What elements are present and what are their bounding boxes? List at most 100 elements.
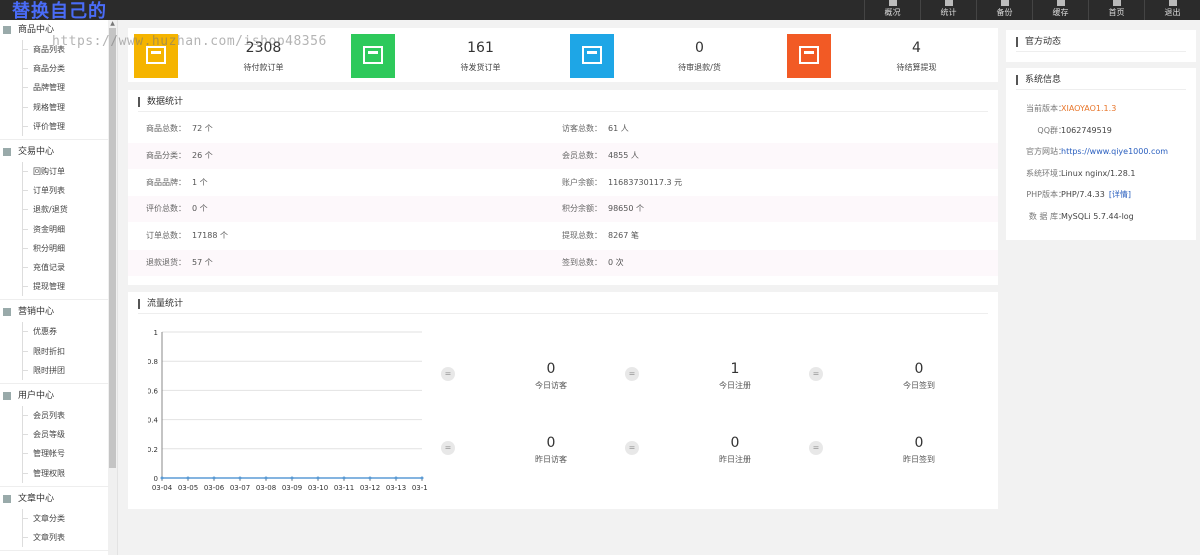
sidebar-item[interactable]: 充值记录 <box>0 257 109 278</box>
equals-icon: = <box>441 441 455 455</box>
traffic-metric: = 0 今日访客 <box>441 361 626 401</box>
system-info-value: Linux nginx/1.28.1 <box>1061 163 1135 184</box>
data-row: 商品总数： 72 个 访客总数： 61 人 <box>128 116 998 142</box>
sidebar-item[interactable]: 管理帐号 <box>0 444 109 464</box>
chart-x-tick-label: 03-09 <box>282 484 302 492</box>
sidebar-item[interactable]: 提现管理 <box>0 277 109 297</box>
chart-x-tick-label: 03-06 <box>204 484 225 492</box>
sidebar-group-3: 用户中心会员列表 会员等级 管理帐号 管理权限 <box>0 386 109 483</box>
top-nav: 概况 统计 备份 缓存 首页 退出 <box>864 0 1200 20</box>
chart-y-tick-label: 1 <box>154 329 158 337</box>
sidebar-item[interactable]: 管理权限 <box>0 463 109 483</box>
system-info-key: 系统环境： <box>1026 168 1066 178</box>
sidebar-group-title[interactable]: 交易中心 <box>0 142 109 162</box>
user-icon <box>3 392 11 400</box>
data-value: 57 个 <box>192 258 213 267</box>
divider <box>1016 51 1186 52</box>
equals-icon: = <box>625 367 639 381</box>
stat-card[interactable]: 4 待结算提现 <box>781 28 997 82</box>
equals-icon: = <box>809 441 823 455</box>
sidebar-item[interactable]: 会员等级 <box>0 425 109 445</box>
article-icon <box>3 494 11 503</box>
sidebar-item[interactable]: 评价管理 <box>0 116 109 137</box>
data-stats-title: 数据统计 <box>138 97 183 107</box>
data-key: 退款退货： <box>146 258 186 267</box>
sidebar-item[interactable]: 资金明细 <box>0 219 109 239</box>
top-nav-logout[interactable]: 退出 <box>1144 0 1200 20</box>
sidebar-item[interactable]: 品牌管理 <box>0 78 109 98</box>
chart-point <box>316 476 320 480</box>
sidebar-item[interactable]: 文章列表 <box>0 527 109 548</box>
stat-label: 待发货订单 <box>460 63 501 72</box>
stat-value: 0 <box>695 40 704 56</box>
divider <box>138 313 988 314</box>
sidebar-item[interactable]: 退款/退货 <box>0 200 109 220</box>
traffic-metric: = 0 昨日签到 <box>809 435 994 475</box>
equals-icon: = <box>441 367 455 381</box>
sidebar-group-label: 营销中心 <box>18 307 55 318</box>
data-value: 72 个 <box>192 124 213 133</box>
chart-x-tick-label: 03-13 <box>386 484 406 492</box>
top-bar: 替换自己的 概况 统计 备份 缓存 首页 退出 <box>0 0 1200 22</box>
top-nav-bar-chart[interactable]: 统计 <box>920 0 976 20</box>
system-info-value-text: https://www.qiye1000.com <box>1061 147 1169 157</box>
data-cell: 商品分类： 26 个 <box>146 143 213 169</box>
sidebar-scrollbar[interactable]: ▲ <box>108 20 117 555</box>
metric-label: 今日注册 <box>719 381 751 390</box>
top-nav-backup[interactable]: 备份 <box>976 0 1032 20</box>
scroll-up-icon[interactable]: ▲ <box>109 20 116 27</box>
chart-x-tick-label: 03-12 <box>360 484 380 492</box>
sidebar-item[interactable]: 文章分类 <box>0 508 109 529</box>
system-info-value-text: XIAOYAO1.1.3 <box>1061 104 1117 113</box>
sidebar-group-title[interactable]: 营销中心 <box>0 302 109 322</box>
metric-label: 昨日访客 <box>535 455 567 464</box>
sidebar-group-4: 文章中心 文章分类 文章列表 <box>0 489 109 548</box>
data-key: 访客总数： <box>562 124 602 133</box>
data-key: 提现总数： <box>562 231 602 241</box>
sidebar-item[interactable]: 商品分类 <box>0 59 109 79</box>
sidebar-group-title[interactable]: 用户中心 <box>0 386 109 406</box>
top-nav-overview[interactable]: 概况 <box>864 0 920 20</box>
sidebar-group-title[interactable]: 文章中心 <box>0 489 109 509</box>
chart-x-tick-label: 03-05 <box>178 484 198 492</box>
official-news-title: 官方动态 <box>1016 37 1061 47</box>
sidebar-item[interactable]: 限时折扣 <box>0 341 109 361</box>
system-info-value[interactable]: https://www.qiye1000.com <box>1061 141 1168 162</box>
chart-point <box>212 476 216 480</box>
sidebar-group-label: 用户中心 <box>18 391 55 401</box>
sidebar-item[interactable]: 回购订单 <box>0 162 109 182</box>
system-info-value-text: 1062749519 <box>1061 125 1112 135</box>
top-nav-cache[interactable]: 缓存 <box>1032 0 1088 20</box>
sidebar-item[interactable]: 订单列表 <box>0 181 109 201</box>
sidebar-item[interactable]: 规格管理 <box>0 97 109 117</box>
stat-card[interactable]: 0 待审退款/货 <box>564 28 780 82</box>
stat-card[interactable]: 161 待发货订单 <box>345 28 561 82</box>
sidebar-item[interactable]: 会员列表 <box>0 406 109 426</box>
sidebar-divider <box>0 550 109 552</box>
data-key: 账户余额： <box>562 177 602 187</box>
system-info-panel: 系统信息 当前版本： XIAOYAO1.1.3 QQ群： 1062749519 官方网站… <box>1006 68 1196 240</box>
sidebar-item[interactable]: 优惠券 <box>0 322 109 342</box>
chart-point <box>394 476 398 480</box>
php-detail-link[interactable]: [详情] <box>1109 190 1131 199</box>
sidebar-divider <box>0 139 109 140</box>
data-key: 会员总数： <box>562 150 602 160</box>
chart-x-tick-label: 03-14 <box>412 484 428 492</box>
metric-value: 0 <box>914 435 924 451</box>
chart-y-tick-label: 0 <box>154 475 158 483</box>
scrollbar-thumb[interactable] <box>109 28 116 468</box>
top-nav-label: 退出 <box>1164 8 1181 17</box>
sidebar-item[interactable]: 限时拼团 <box>0 360 109 381</box>
data-cell: 商品品牌： 1 个 <box>146 170 208 196</box>
sidebar-item[interactable]: 积分明细 <box>0 238 109 259</box>
traffic-line-chart: 0 0.2 0.4 0.6 0.8 1 03-04 03-05 03-06 03-07 03-08 0… <box>148 329 428 492</box>
data-value: 26 个 <box>192 150 213 160</box>
home-icon <box>1113 0 1121 6</box>
sidebar-group-1: 交易中心 回购订单 订单列表 退款/退货 资金明细 积分明细 充值记录 提现管理 <box>0 142 109 297</box>
chart-x-tick-label: 03-08 <box>256 484 276 492</box>
data-row: 商品分类： 26 个 会员总数： 4855 人 <box>128 142 998 169</box>
system-info-row: 系统环境： Linux nginx/1.28.1 <box>1006 163 1196 184</box>
bar-chart-icon <box>945 0 953 6</box>
top-nav-home[interactable]: 首页 <box>1088 0 1144 20</box>
chart-y-tick-label: 0.6 <box>148 387 159 395</box>
